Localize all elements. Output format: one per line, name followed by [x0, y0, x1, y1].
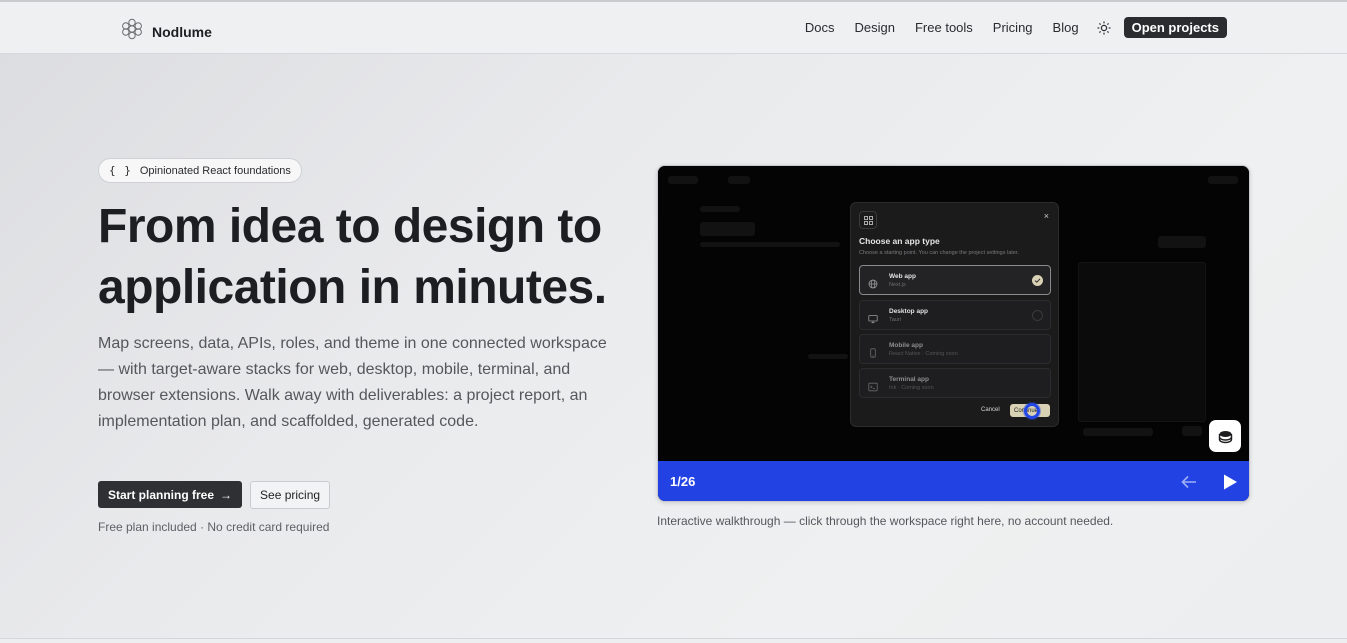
play-icon[interactable]: [1221, 473, 1239, 491]
monitor-icon: [868, 311, 878, 324]
check-icon: [1032, 275, 1043, 286]
badge-text: Opinionated React foundations: [139, 164, 291, 177]
nav-pricing[interactable]: Pricing: [993, 20, 1033, 35]
option-title: Terminal app: [889, 376, 929, 383]
radio-unselected: [1032, 310, 1043, 321]
option-subtitle: Tauri: [889, 317, 901, 323]
step-counter: 1/26: [670, 474, 696, 489]
hero-headline: From idea to design to application in mi…: [98, 196, 638, 318]
ghost-page-subtitle: [700, 242, 840, 247]
ghost-empty-hint: [808, 354, 848, 359]
code-braces-icon: { }: [109, 164, 132, 177]
ghost-app-brand: [668, 176, 698, 184]
option-mobile-app[interactable]: Mobile app React Native · Coming soon: [859, 334, 1051, 364]
modal-cancel-button[interactable]: Cancel: [981, 407, 1000, 413]
open-projects-button[interactable]: Open projects: [1123, 17, 1227, 38]
ghost-footer-button: [1182, 426, 1202, 436]
choose-app-type-modal: × Choose an app type Choose a starting p…: [850, 202, 1059, 427]
walkthrough-control-bar: 1/26: [658, 461, 1249, 501]
modal-subtitle: Choose a starting point. You can change …: [859, 250, 1019, 256]
click-indicator-ring: [1024, 403, 1040, 419]
nav-free-tools[interactable]: Free tools: [915, 20, 973, 35]
start-planning-label: Start planning free: [108, 487, 215, 502]
globe-icon: [868, 276, 878, 289]
arrow-left-icon[interactable]: [1180, 473, 1198, 491]
option-web-app[interactable]: Web app Next.js: [859, 265, 1051, 295]
see-pricing-button[interactable]: See pricing: [250, 481, 331, 509]
brand-name: Nodlume: [152, 23, 212, 40]
option-subtitle: Ink · Coming soon: [889, 385, 934, 391]
option-title: Desktop app: [889, 308, 929, 315]
walkthrough-screen[interactable]: × Choose an app type Choose a starting p…: [658, 166, 1249, 461]
start-planning-button[interactable]: Start planning free →: [98, 481, 243, 508]
ghost-app-nav: [728, 176, 750, 184]
brand-logo-link[interactable]: Nodlume: [120, 17, 212, 46]
option-subtitle: React Native · Coming soon: [889, 351, 958, 357]
walkthrough-caption: Interactive walkthrough — click through …: [657, 514, 1114, 528]
option-subtitle: Next.js: [889, 282, 906, 288]
feature-badge: { } Opinionated React foundations: [98, 158, 302, 183]
option-terminal-app[interactable]: Terminal app Ink · Coming soon: [859, 368, 1051, 398]
hero-description: Map screens, data, APIs, roles, and them…: [98, 335, 607, 430]
modal-close-icon[interactable]: ×: [1044, 211, 1049, 221]
terminal-icon: [868, 379, 878, 392]
theme-toggle-sun-icon[interactable]: [1097, 21, 1111, 35]
section-divider: [0, 638, 1347, 639]
option-title: Mobile app: [889, 342, 923, 349]
arrow-right-icon: →: [220, 487, 233, 502]
main-nav: Docs Design Free tools Pricing Blog Open…: [805, 17, 1227, 38]
hero-headline-line1: From idea to design to: [98, 200, 602, 253]
ghost-page-heading: [700, 222, 755, 236]
hotspot-stack-icon[interactable]: [1209, 420, 1241, 452]
ghost-app-actions: [1208, 176, 1238, 184]
top-navigation-bar: Nodlume Docs Design Free tools Pricing B…: [0, 0, 1347, 54]
phone-icon: [868, 345, 878, 358]
option-title: Web app: [889, 273, 916, 280]
ghost-footer-text: [1083, 428, 1153, 436]
ghost-side-panel: [1078, 262, 1206, 422]
nav-blog[interactable]: Blog: [1053, 20, 1079, 35]
cta-row: Start planning free → See pricing: [98, 481, 331, 509]
free-plan-note: Free plan included · No credit card requ…: [98, 520, 330, 534]
hero-headline-line2: application in minutes.: [98, 261, 607, 314]
modal-title: Choose an app type: [859, 236, 940, 246]
brand-mark-icon: [120, 17, 144, 46]
grid-icon: [859, 211, 877, 229]
nav-docs[interactable]: Docs: [805, 20, 835, 35]
interactive-walkthrough-player: × Choose an app type Choose a starting p…: [657, 165, 1250, 502]
option-desktop-app[interactable]: Desktop app Tauri: [859, 300, 1051, 330]
nav-design[interactable]: Design: [855, 20, 895, 35]
ghost-breadcrumb: [700, 206, 740, 212]
ghost-new-button: [1158, 236, 1206, 248]
